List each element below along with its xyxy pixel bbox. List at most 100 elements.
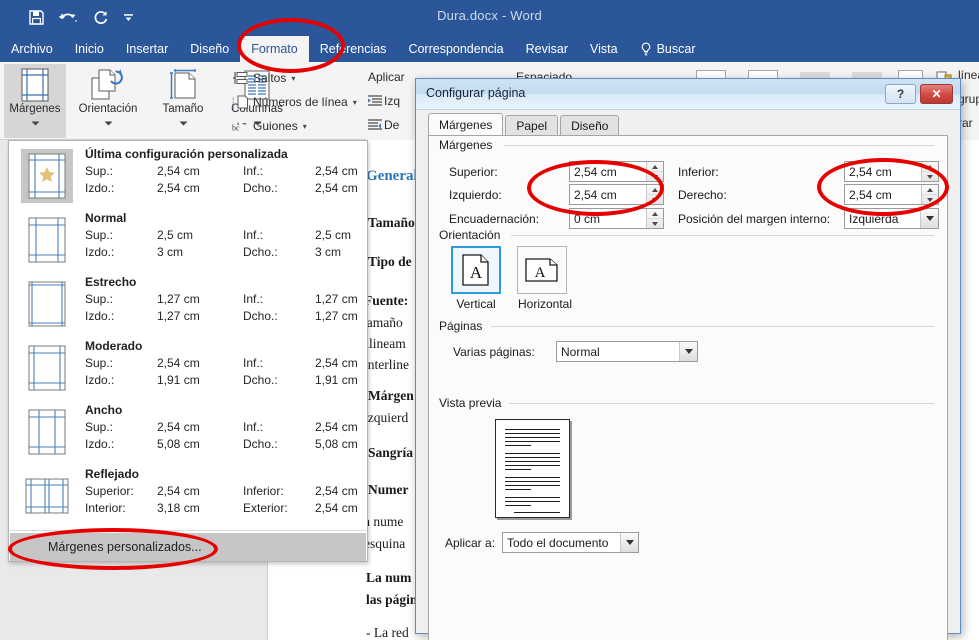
ribbon-clip-aplicar: Aplicar (368, 70, 405, 84)
spinner-up-icon[interactable] (922, 185, 938, 195)
posicion-margen-interno-value: Izquierda (849, 211, 899, 226)
chevron-down-icon[interactable] (179, 117, 188, 129)
chevron-down-icon[interactable]: ▾ (303, 122, 307, 131)
spinner-down-icon[interactable] (922, 172, 938, 181)
orientation-horizontal-option[interactable]: A (517, 246, 567, 294)
varias-paginas-select[interactable]: Normal (556, 341, 698, 362)
ribbon-button-tamano-label: Tamaño (162, 103, 204, 115)
inferior-value: 2,54 cm (849, 164, 892, 179)
spinner-down-icon[interactable] (647, 172, 663, 181)
spinner-down-icon[interactable] (647, 219, 663, 228)
ribbon-item-numeros-de-linea[interactable]: 1 2 3 Números de línea ▾ (232, 94, 357, 110)
gallery-label-dcho: Dcho.: (243, 309, 278, 323)
aplicar-a-select[interactable]: Todo el documento (502, 532, 639, 553)
spacing-before-icon (368, 118, 382, 136)
gallery-custom-margins-item[interactable]: Márgenes personalizados... (10, 533, 366, 561)
tab-vista[interactable]: Vista (579, 36, 629, 62)
superior-spinner-buttons[interactable] (646, 162, 663, 181)
derecho-value: 2,54 cm (849, 187, 892, 202)
ribbon-clip-derecha: De (384, 118, 400, 132)
inferior-spinner[interactable]: 2,54 cm (844, 161, 939, 182)
ribbon-item-guiones[interactable]: bc a Guiones ▾ (232, 118, 307, 134)
chevron-down-icon[interactable]: ▾ (291, 74, 295, 83)
doc-line-13: La num (366, 570, 412, 585)
chevron-down-icon[interactable] (620, 533, 638, 552)
gallery-item-name: Ancho (85, 403, 123, 417)
derecho-spinner-buttons[interactable] (921, 185, 938, 204)
izquierdo-spinner[interactable]: 2,54 cm (569, 184, 664, 205)
ribbon-item-saltos[interactable]: Saltos ▾ (232, 70, 295, 86)
encuadernacion-spinner[interactable]: 0 cm (569, 208, 664, 229)
margins-gallery-dropdown: Última configuración personalizada Sup.:… (8, 140, 368, 562)
tab-referencias[interactable]: Referencias (309, 36, 398, 62)
dialog-tab-margenes[interactable]: Márgenes (428, 113, 504, 136)
orientation-vertical-option[interactable]: A (451, 246, 501, 294)
group-rule-margenes (504, 145, 934, 146)
margin-preset-thumbnail (21, 469, 73, 523)
tab-revisar[interactable]: Revisar (515, 36, 579, 62)
spinner-up-icon[interactable] (647, 185, 663, 195)
gallery-label-izdo: Izdo.: (85, 181, 115, 195)
spinner-up-icon[interactable] (922, 162, 938, 172)
help-button[interactable]: ? (885, 84, 916, 104)
label-inferior: Inferior: (678, 165, 719, 179)
ribbon-button-orientacion[interactable]: Orientación (69, 64, 147, 138)
gallery-value-izdo: 1,27 cm (157, 309, 200, 323)
title-bar: Dura.docx - Word (0, 0, 979, 36)
gallery-item-moderado[interactable]: Moderado Sup.: 2,54 cm Inf.: 2,54 cm Izd… (9, 335, 367, 399)
gallery-label-izdo: Izdo.: (85, 437, 115, 451)
gallery-item-estrecho[interactable]: Estrecho Sup.: 1,27 cm Inf.: 1,27 cm Izd… (9, 271, 367, 335)
tell-me-search[interactable]: Buscar (629, 36, 707, 62)
window-title: Dura.docx - Word (437, 8, 542, 23)
ribbon-button-tamano[interactable]: Tamaño (150, 64, 216, 138)
gallery-label-superior: Superior: (85, 484, 134, 498)
spinner-up-icon[interactable] (647, 162, 663, 172)
inferior-spinner-buttons[interactable] (921, 162, 938, 181)
izquierdo-spinner-buttons[interactable] (646, 185, 663, 204)
chevron-down-icon[interactable] (679, 342, 697, 361)
ribbon-button-margenes[interactable]: Márgenes (4, 64, 66, 138)
gallery-value-inf: 2,5 cm (315, 228, 352, 242)
derecho-spinner[interactable]: 2,54 cm (844, 184, 939, 205)
posicion-margen-interno-select[interactable]: Izquierda (844, 208, 939, 229)
label-varias-paginas: Varias páginas: (453, 345, 535, 359)
gallery-item-normal[interactable]: Normal Sup.: 2,5 cm Inf.: 2,5 cm Izdo.: … (9, 207, 367, 271)
gallery-value-inf: 1,27 cm (315, 292, 358, 306)
chevron-down-icon[interactable] (920, 209, 938, 228)
doc-line-11: a nume (364, 514, 404, 529)
svg-text:A: A (535, 265, 546, 281)
close-button[interactable]: ✕ (920, 84, 953, 104)
gallery-item-ultima-configuracion[interactable]: Última configuración personalizada Sup.:… (9, 143, 367, 207)
tab-formato[interactable]: Formato (240, 36, 309, 62)
superior-spinner[interactable]: 2,54 cm (569, 161, 664, 182)
gallery-value-dcho: 5,08 cm (315, 437, 358, 451)
chevron-down-icon[interactable] (104, 117, 113, 129)
spinner-down-icon[interactable] (647, 195, 663, 204)
gallery-item-reflejado[interactable]: Reflejado Superior: 2,54 cm Inferior: 2,… (9, 463, 367, 527)
dialog-tab-papel[interactable]: Papel (505, 115, 559, 136)
margin-preset-thumbnail (21, 405, 73, 459)
spinner-down-icon[interactable] (922, 195, 938, 204)
tab-insertar[interactable]: Insertar (115, 36, 179, 62)
chevron-down-icon[interactable]: ▾ (353, 98, 357, 107)
orientation-vertical-label: Vertical (456, 297, 496, 311)
chevron-down-icon[interactable] (31, 117, 40, 129)
tab-archivo[interactable]: Archivo (0, 36, 64, 62)
svg-text:3: 3 (232, 105, 235, 109)
gallery-value-inf: 2,54 cm (315, 420, 358, 434)
gallery-label-inferior: Inferior: (243, 484, 284, 498)
tab-diseno[interactable]: Diseño (179, 36, 240, 62)
aplicar-a-value: Todo el documento (507, 535, 609, 550)
landscape-page-icon: A (525, 258, 558, 282)
tab-inicio[interactable]: Inicio (64, 36, 115, 62)
dialog-tabs: Márgenes Papel Diseño (428, 113, 620, 136)
ribbon-item-guiones-label: Guiones (253, 119, 298, 133)
dialog-tab-diseno[interactable]: Diseño (560, 115, 620, 136)
doc-line-2: Tipo de (368, 254, 412, 269)
label-superior: Superior: (449, 165, 498, 179)
gallery-item-ancho[interactable]: Ancho Sup.: 2,54 cm Inf.: 2,54 cm Izdo.:… (9, 399, 367, 463)
tab-correspondencia[interactable]: Correspondencia (397, 36, 514, 62)
spinner-up-icon[interactable] (647, 209, 663, 219)
doc-line-4: tamaño (363, 315, 403, 330)
encuadernacion-spinner-buttons[interactable] (646, 209, 663, 228)
